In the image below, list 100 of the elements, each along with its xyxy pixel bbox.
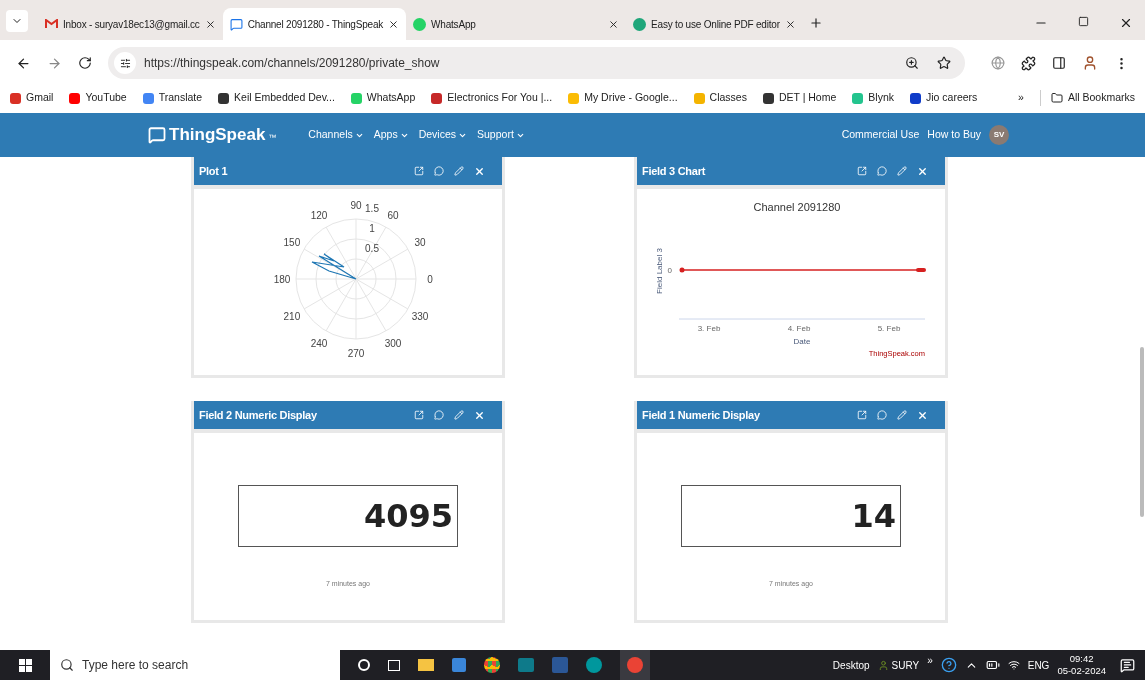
forward-icon[interactable] bbox=[47, 55, 62, 71]
angle-label: 180 bbox=[273, 274, 291, 285]
bookmark[interactable]: Keil Embedded Dev... bbox=[218, 90, 335, 106]
search-icon bbox=[60, 658, 74, 672]
chat-icon bbox=[229, 17, 243, 31]
comment-icon[interactable] bbox=[877, 410, 887, 420]
site-settings-icon[interactable] bbox=[119, 57, 131, 69]
nav-link[interactable]: How to Buy bbox=[927, 127, 981, 143]
restore-icon[interactable] bbox=[1078, 16, 1089, 27]
nav-menu[interactable]: Devices bbox=[418, 127, 468, 143]
popout-icon[interactable] bbox=[414, 410, 424, 420]
globe-icon[interactable] bbox=[991, 56, 1005, 70]
nav-menu[interactable]: Channels bbox=[308, 127, 364, 143]
taskbar-search-field[interactable]: Type here to search bbox=[50, 650, 340, 680]
bookmark[interactable]: Electronics For You |... bbox=[431, 90, 553, 106]
all-bookmarks-button[interactable]: All Bookmarks bbox=[1039, 90, 1135, 106]
new-tab-icon[interactable] bbox=[808, 16, 823, 30]
extensions-icon[interactable] bbox=[1021, 55, 1036, 71]
bookmark[interactable]: My Drive - Google... bbox=[568, 90, 678, 106]
polar-trace bbox=[311, 253, 357, 280]
bookmark[interactable]: Blynk bbox=[852, 90, 894, 106]
mail-icon bbox=[45, 19, 58, 29]
popout-icon[interactable] bbox=[414, 166, 424, 176]
side-panel-icon[interactable] bbox=[1052, 56, 1066, 70]
angle-label: 300 bbox=[384, 338, 402, 350]
browser-tab[interactable]: Inbox - suryav18ec13@gmail.cc bbox=[38, 8, 223, 40]
radius-label: 1.5 bbox=[365, 203, 379, 214]
toolbar-overflow[interactable]: » bbox=[927, 653, 933, 668]
angle-label: 30 bbox=[414, 237, 426, 248]
axis-tick-label: 0 bbox=[667, 266, 672, 275]
axis-tick-label: 3. Feb bbox=[697, 324, 721, 333]
battery-icon[interactable] bbox=[985, 658, 1000, 672]
tab-title: WhatsApp bbox=[431, 17, 477, 32]
axis-title: Field Label 3 bbox=[655, 248, 664, 294]
pencil-icon[interactable] bbox=[454, 410, 464, 420]
scrollbar-thumb[interactable] bbox=[1140, 347, 1144, 517]
pencil-icon[interactable] bbox=[897, 166, 907, 176]
widget-title: Field 2 Numeric Display bbox=[199, 407, 317, 423]
task-view-icon[interactable] bbox=[388, 659, 400, 671]
close-icon[interactable] bbox=[1119, 16, 1133, 30]
comment-icon[interactable] bbox=[877, 166, 887, 176]
chrome-icon[interactable] bbox=[484, 657, 500, 673]
folder-icon bbox=[1050, 92, 1063, 104]
angle-label: 210 bbox=[283, 311, 301, 322]
angle-label: 240 bbox=[310, 338, 328, 350]
toolbar-label[interactable]: Desktop bbox=[832, 657, 870, 673]
site-logo[interactable]: ThingSpeak ™ bbox=[148, 122, 277, 148]
reload-icon[interactable] bbox=[78, 56, 92, 70]
close-icon[interactable] bbox=[784, 18, 796, 30]
pencil-icon[interactable] bbox=[897, 410, 907, 420]
tab-title: Inbox - suryav18ec13@gmail.cc bbox=[63, 17, 200, 32]
bookmark[interactable]: Classes bbox=[693, 90, 747, 106]
pencil-icon[interactable] bbox=[454, 166, 464, 176]
tab-title: Channel 2091280 - ThingSpeak bbox=[247, 17, 384, 32]
nav-menu[interactable]: Support bbox=[477, 127, 525, 143]
tab-list-button[interactable] bbox=[6, 10, 28, 32]
bookmark[interactable]: WhatsApp bbox=[350, 90, 416, 106]
bookmark[interactable]: YouTube bbox=[69, 90, 127, 106]
chart-title: Channel 2091280 bbox=[753, 201, 841, 213]
close-icon[interactable] bbox=[388, 18, 400, 30]
wifi-icon[interactable] bbox=[1007, 659, 1020, 671]
close-icon[interactable] bbox=[204, 18, 216, 30]
address-bar[interactable]: https://thingspeak.com/channels/2091280/private_show bbox=[108, 47, 965, 79]
widget-title: Field 3 Chart bbox=[642, 163, 706, 179]
bookmark[interactable]: Translate bbox=[142, 90, 203, 106]
browser-tab[interactable]: Channel 2091280 - ThingSpeak bbox=[222, 8, 407, 40]
angle-label: 120 bbox=[310, 209, 328, 221]
profile-icon[interactable] bbox=[1082, 55, 1098, 71]
angle-label: 0 bbox=[427, 274, 433, 285]
comment-icon[interactable] bbox=[434, 410, 444, 420]
nav-link[interactable]: Commercial Use bbox=[841, 127, 920, 143]
help-icon[interactable] bbox=[940, 657, 957, 673]
browser-tab[interactable]: Easy to use Online PDF editor bbox=[626, 8, 803, 40]
back-icon[interactable] bbox=[16, 55, 31, 71]
tab-title: Easy to use Online PDF editor bbox=[651, 17, 780, 32]
user-label[interactable]: SURY bbox=[877, 657, 920, 673]
close-icon[interactable] bbox=[608, 18, 620, 30]
zoom-icon[interactable] bbox=[905, 56, 919, 70]
bookmarks-overflow[interactable]: » bbox=[1018, 90, 1024, 106]
angle-label: 60 bbox=[387, 209, 399, 221]
user-avatar[interactable]: SV bbox=[989, 125, 1009, 145]
browser-tab[interactable]: WhatsApp bbox=[406, 8, 627, 40]
bookmark[interactable]: Gmail bbox=[10, 90, 54, 106]
notification-icon[interactable] bbox=[1120, 657, 1135, 673]
nav-menu[interactable]: Apps bbox=[373, 127, 409, 143]
popout-icon[interactable] bbox=[857, 410, 867, 420]
bookmark[interactable]: Jio careers bbox=[910, 90, 978, 106]
clock[interactable]: 09:42 05-02-2024 bbox=[1057, 653, 1106, 677]
axis-tick-label: 4. Feb bbox=[787, 324, 811, 333]
angle-label: 150 bbox=[283, 237, 301, 248]
language-indicator[interactable]: ENG bbox=[1027, 657, 1050, 673]
popout-icon[interactable] bbox=[857, 166, 867, 176]
angle-label: 90 bbox=[350, 200, 362, 211]
bookmark-star-icon[interactable] bbox=[937, 56, 951, 70]
comment-icon[interactable] bbox=[434, 166, 444, 176]
bookmark[interactable]: DET | Home bbox=[762, 90, 837, 106]
angle-label: 330 bbox=[411, 311, 429, 322]
radius-label: 0.5 bbox=[365, 243, 379, 254]
radius-label: 1 bbox=[369, 223, 375, 234]
cortana-icon[interactable] bbox=[358, 659, 370, 671]
